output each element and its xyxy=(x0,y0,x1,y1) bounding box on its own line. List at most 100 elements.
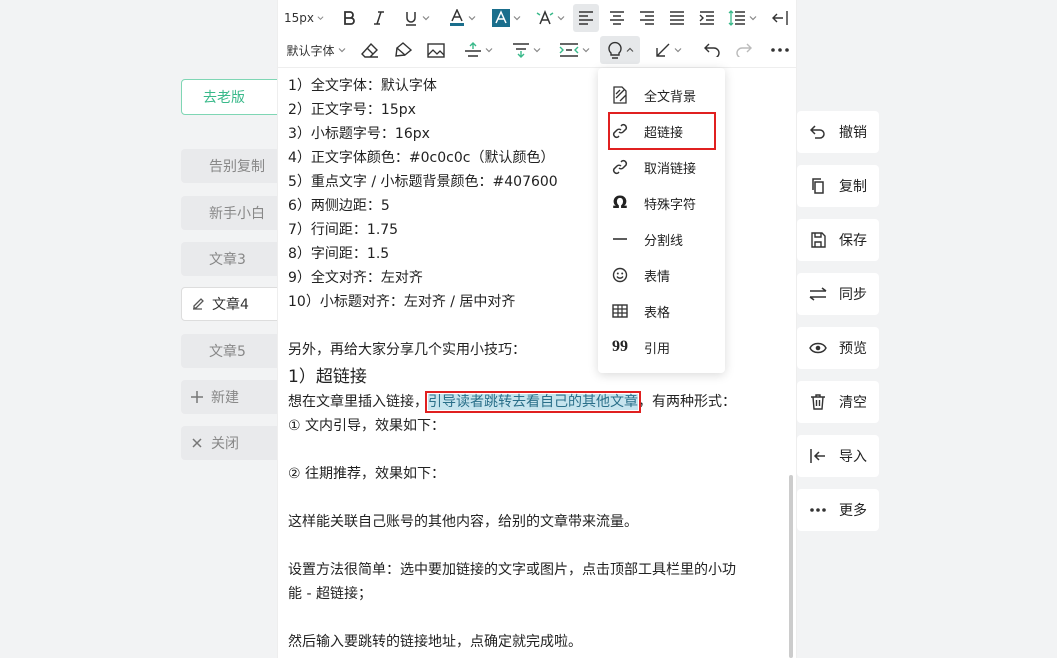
content-line: ② 往期推荐，效果如下： xyxy=(288,466,446,482)
scrollbar[interactable] xyxy=(789,475,793,658)
link-icon xyxy=(610,121,630,141)
sidebar-item-label: 告别复制 xyxy=(209,159,265,175)
close-icon xyxy=(189,435,205,451)
unlink-icon xyxy=(610,157,630,177)
clear-action-button[interactable]: 清空 xyxy=(797,381,879,423)
italic-button[interactable] xyxy=(368,4,390,32)
menu-item-table[interactable]: 表格 xyxy=(610,294,714,328)
align-justify-button[interactable] xyxy=(664,4,690,32)
action-label: 复制 xyxy=(839,179,867,195)
content-line: 设置方法很简单：选中要加链接的文字或图片，点击顶部工具栏里的小功 xyxy=(288,562,736,578)
paragraph-text-after: ，有两种形式： xyxy=(638,394,736,410)
old-version-button[interactable]: 去老版 xyxy=(181,79,281,115)
eraser-button[interactable] xyxy=(358,36,382,64)
content-line: 这样能关联自己账号的其他内容，给别的文章带来流量。 xyxy=(288,514,638,530)
font-size-select[interactable]: 15px xyxy=(284,4,324,32)
sidebar-item-article-1[interactable]: 告别复制 xyxy=(181,149,281,183)
hyperlink-paragraph: 想在文章里插入链接，引导读者跳转去看自己的其他文章，有两种形式： xyxy=(288,390,786,414)
content-line: 能 - 超链接； xyxy=(288,586,372,602)
sidebar-item-label: 文章4 xyxy=(212,297,249,313)
exit-button[interactable] xyxy=(768,4,792,32)
indent-button[interactable] xyxy=(694,4,720,32)
menu-item-quote[interactable]: 99 引用 xyxy=(610,330,714,364)
sidebar-item-article-5[interactable]: 文章5 xyxy=(181,334,281,368)
save-action-button[interactable]: 保存 xyxy=(797,219,879,261)
copy-icon xyxy=(809,177,827,195)
menu-item-special-character[interactable]: Ω 特殊字符 xyxy=(610,186,714,220)
sidebar-item-article-3[interactable]: 文章3 xyxy=(181,242,281,276)
menu-item-label: 表格 xyxy=(644,305,671,321)
quote-icon: 99 xyxy=(612,338,628,355)
sidebar-item-article-2[interactable]: 新手小白 xyxy=(181,196,281,230)
action-label: 更多 xyxy=(839,503,867,519)
sidebar-item-label: 文章5 xyxy=(209,344,246,360)
omega-icon: Ω xyxy=(612,193,628,213)
redo-button[interactable] xyxy=(732,36,756,64)
import-action-button[interactable]: 导入 xyxy=(797,435,879,477)
undo-action-button[interactable]: 撤销 xyxy=(797,111,879,153)
text-effect-button[interactable] xyxy=(532,4,568,32)
underline-button[interactable] xyxy=(398,4,434,32)
eye-icon xyxy=(809,339,827,357)
undo-button[interactable] xyxy=(700,36,724,64)
font-size-value: 15px xyxy=(284,11,314,25)
new-article-button[interactable]: 新建 xyxy=(181,380,281,414)
menu-item-label: 分割线 xyxy=(644,233,684,249)
align-right-button[interactable] xyxy=(634,4,660,32)
paragraph-after-button[interactable] xyxy=(508,36,544,64)
paragraph-text-before: 想在文章里插入链接， xyxy=(288,394,428,410)
sidebar-item-article-4[interactable]: 文章4 xyxy=(181,287,281,321)
menu-item-label: 特殊字符 xyxy=(644,197,697,213)
import-icon xyxy=(809,447,827,465)
letter-spacing-button[interactable] xyxy=(556,36,592,64)
close-article-button[interactable]: 关闭 xyxy=(181,426,281,460)
action-label: 撤销 xyxy=(839,125,867,141)
align-left-button[interactable] xyxy=(573,4,599,32)
menu-item-label: 表情 xyxy=(644,269,671,285)
content-line: 然后输入要跳转的链接地址，点确定就完成啦。 xyxy=(288,634,582,650)
trash-icon xyxy=(809,393,827,411)
sync-icon xyxy=(809,285,827,303)
toolbar: 15px 默认字体 xyxy=(278,0,796,68)
sync-action-button[interactable]: 同步 xyxy=(797,273,879,315)
menu-item-divider[interactable]: 分割线 xyxy=(610,222,714,256)
menu-item-unlink[interactable]: 取消链接 xyxy=(610,150,714,184)
format-painter-button[interactable] xyxy=(391,36,415,64)
paragraph-spacing-button[interactable] xyxy=(460,36,496,64)
line-height-button[interactable] xyxy=(724,4,760,32)
new-article-label: 新建 xyxy=(211,390,239,406)
close-article-label: 关闭 xyxy=(211,436,239,452)
right-edge-panel xyxy=(1057,0,1064,658)
menu-item-label: 全文背景 xyxy=(644,89,697,105)
more-tools-icon[interactable] xyxy=(766,36,794,64)
save-icon xyxy=(809,231,827,249)
more-icon xyxy=(809,501,827,519)
indent-style-button[interactable] xyxy=(650,36,686,64)
preview-action-button[interactable]: 预览 xyxy=(797,327,879,369)
insert-more-button[interactable] xyxy=(600,36,640,64)
menu-item-label: 取消链接 xyxy=(644,161,697,177)
font-color-button[interactable] xyxy=(444,4,480,32)
action-label: 保存 xyxy=(839,233,867,249)
more-action-button[interactable]: 更多 xyxy=(797,489,879,531)
bold-button[interactable] xyxy=(338,4,360,32)
sidebar-item-label: 文章3 xyxy=(209,252,246,268)
content-line: ① 文内引导，效果如下： xyxy=(288,418,446,434)
menu-item-label: 引用 xyxy=(644,341,671,357)
menu-item-emoji[interactable]: 表情 xyxy=(610,258,714,292)
copy-action-button[interactable]: 复制 xyxy=(797,165,879,207)
menu-item-hyperlink[interactable]: 超链接 xyxy=(608,112,716,150)
edit-icon xyxy=(190,296,206,312)
font-family-select[interactable]: 默认字体 xyxy=(284,36,348,64)
background-color-button[interactable] xyxy=(488,4,524,32)
image-button[interactable] xyxy=(424,36,448,64)
plus-icon xyxy=(189,389,205,405)
smiley-icon xyxy=(610,265,630,285)
menu-item-page-background[interactable]: 全文背景 xyxy=(610,78,714,112)
selected-link-text[interactable]: 引导读者跳转去看自己的其他文章 xyxy=(425,391,641,413)
align-center-button[interactable] xyxy=(604,4,630,32)
undo-icon xyxy=(809,123,827,141)
insert-dropdown-menu: 全文背景 超链接 取消链接 Ω 特殊字符 分割线 表情 表格 99 引用 xyxy=(598,68,725,373)
